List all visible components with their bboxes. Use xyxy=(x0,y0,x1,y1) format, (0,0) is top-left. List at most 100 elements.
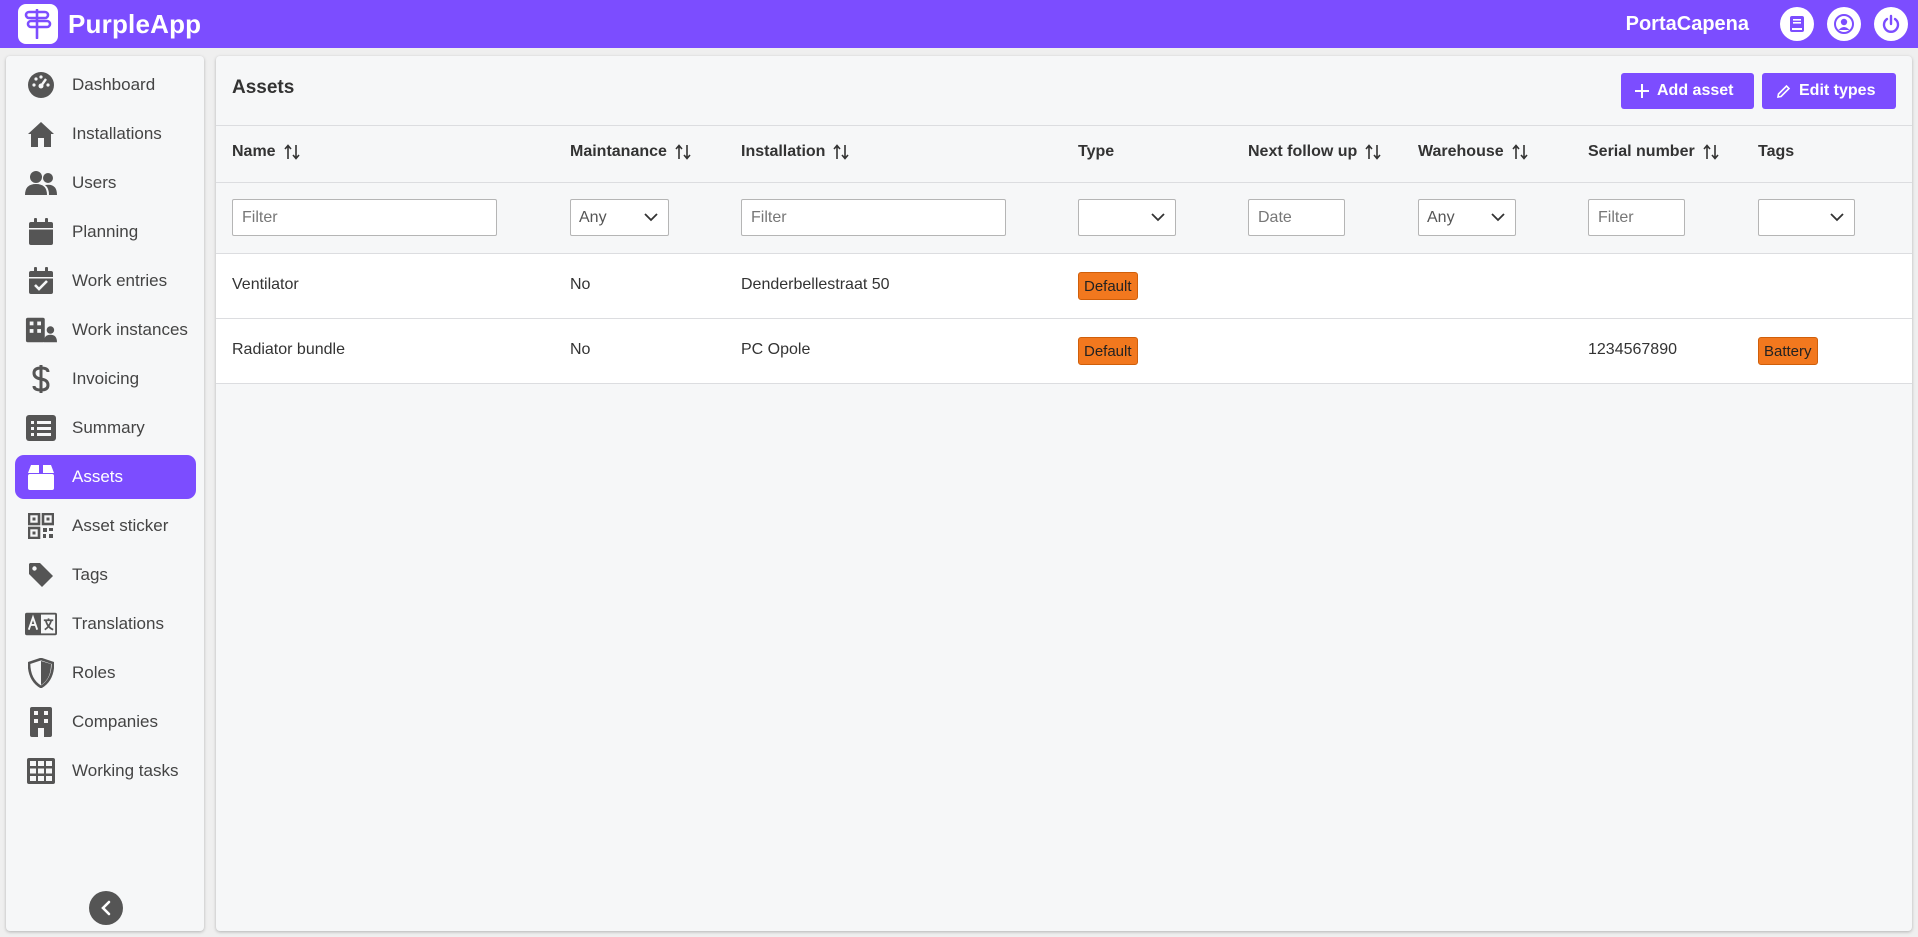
name-filter-input[interactable] xyxy=(232,199,497,236)
sidebar: Dashboard Installations Users Planning W… xyxy=(6,56,204,931)
column-header-tags: Tags xyxy=(1758,143,1794,161)
cell-name: Radiator bundle xyxy=(232,341,345,358)
cell-name: Ventilator xyxy=(232,276,299,293)
profile-button[interactable] xyxy=(1827,7,1861,41)
type-filter-select[interactable] xyxy=(1078,199,1176,236)
tag-badge: Battery xyxy=(1758,337,1818,365)
sort-icon xyxy=(1512,144,1528,160)
collapse-sidebar-button[interactable] xyxy=(89,891,123,925)
book-icon xyxy=(1790,16,1804,32)
sidebar-item-label: Invoicing xyxy=(72,369,140,388)
cell-maintenance: No xyxy=(570,276,591,293)
app-logo-icon[interactable] xyxy=(18,4,58,44)
calendar-icon xyxy=(25,216,57,248)
column-header-name[interactable]: Name xyxy=(232,143,301,161)
column-header-maintenance[interactable]: Maintanance xyxy=(570,143,692,161)
building-user-icon xyxy=(25,314,57,346)
page-title: Assets xyxy=(232,77,295,98)
installation-filter-input[interactable] xyxy=(741,199,1006,236)
sidebar-item-label: Companies xyxy=(72,712,158,731)
sidebar-item-tags[interactable]: Tags xyxy=(15,553,196,597)
sidebar-item-label: Asset sticker xyxy=(72,516,169,535)
column-header-type: Type xyxy=(1078,143,1114,161)
box-icon xyxy=(25,461,57,493)
divider xyxy=(216,383,1912,384)
cell-maintenance: No xyxy=(570,341,591,358)
tag-icon xyxy=(25,559,57,591)
shield-icon xyxy=(25,657,57,689)
column-header-next-follow-up[interactable]: Next follow up xyxy=(1248,143,1382,161)
sidebar-item-label: Assets xyxy=(72,467,124,486)
maintenance-filter-select[interactable]: Any xyxy=(570,199,669,236)
warehouse-filter-select[interactable]: Any xyxy=(1418,199,1516,236)
sidebar-item-label: Translations xyxy=(72,614,164,633)
column-label: Next follow up xyxy=(1248,143,1358,160)
sidebar-item-work-entries[interactable]: Work entries xyxy=(15,259,196,303)
sidebar-item-asset-sticker[interactable]: Asset sticker xyxy=(15,504,196,548)
sidebar-item-work-instances[interactable]: Work instances xyxy=(15,308,196,352)
plus-icon xyxy=(1635,84,1649,98)
sidebar-item-working-tasks[interactable]: Working tasks xyxy=(15,749,196,793)
column-label: Type xyxy=(1078,143,1115,160)
column-label: Tags xyxy=(1758,143,1795,160)
sidebar-item-translations[interactable]: Translations xyxy=(15,602,196,646)
chevron-left-icon xyxy=(101,900,111,916)
sidebar-item-users[interactable]: Users xyxy=(15,161,196,205)
sidebar-item-label: Planning xyxy=(72,222,139,241)
sidebar-item-planning[interactable]: Planning xyxy=(15,210,196,254)
sidebar-item-label: Work instances xyxy=(72,320,188,339)
sidebar-item-label: Installations xyxy=(72,124,162,143)
logout-button[interactable] xyxy=(1874,7,1908,41)
chevron-down-icon xyxy=(1491,213,1505,222)
edit-types-label: Edit types xyxy=(1799,82,1876,99)
sidebar-item-installations[interactable]: Installations xyxy=(15,112,196,156)
sidebar-item-summary[interactable]: Summary xyxy=(15,406,196,450)
add-asset-label: Add asset xyxy=(1657,82,1734,99)
sidebar-item-label: Roles xyxy=(72,663,116,682)
add-asset-button[interactable]: Add asset xyxy=(1621,73,1754,109)
serial-number-filter-input[interactable] xyxy=(1588,199,1685,236)
gauge-icon xyxy=(25,69,57,101)
column-header-installation[interactable]: Installation xyxy=(741,143,850,161)
sidebar-item-assets[interactable]: Assets xyxy=(15,455,196,499)
table-row[interactable]: Ventilator No Denderbellestraat 50 Defau… xyxy=(216,254,1912,318)
column-label: Installation xyxy=(741,143,826,160)
divider xyxy=(216,125,1912,126)
next-follow-up-filter-input[interactable] xyxy=(1248,199,1345,236)
edit-types-button[interactable]: Edit types xyxy=(1762,73,1896,109)
top-bar: PurpleApp PortaCapena xyxy=(0,0,1918,48)
column-label: Warehouse xyxy=(1418,143,1504,160)
column-label: Name xyxy=(232,143,276,160)
main-panel: Assets Add asset Edit types Name Maintan… xyxy=(216,56,1912,931)
cell-installation: Denderbellestraat 50 xyxy=(741,276,890,293)
sidebar-item-roles[interactable]: Roles xyxy=(15,651,196,695)
calendar-check-icon xyxy=(25,265,57,297)
type-badge: Default xyxy=(1078,337,1138,365)
sidebar-item-label: Work entries xyxy=(72,271,168,290)
sidebar-item-dashboard[interactable]: Dashboard xyxy=(15,63,196,107)
documentation-button[interactable] xyxy=(1780,7,1814,41)
qrcode-icon xyxy=(25,510,57,542)
cell-installation: PC Opole xyxy=(741,341,811,358)
column-header-serial-number[interactable]: Serial number xyxy=(1588,143,1720,161)
table-row[interactable]: Radiator bundle No PC Opole Default 1234… xyxy=(216,319,1912,383)
sidebar-item-label: Users xyxy=(72,173,117,192)
sidebar-item-invoicing[interactable]: Invoicing xyxy=(15,357,196,401)
grid-icon xyxy=(25,755,57,787)
tags-filter-select[interactable] xyxy=(1758,199,1855,236)
cell-serial-number: 1234567890 xyxy=(1588,341,1677,358)
chevron-down-icon xyxy=(1151,213,1165,222)
app-name[interactable]: PurpleApp xyxy=(68,9,201,40)
sidebar-item-companies[interactable]: Companies xyxy=(15,700,196,744)
sort-icon xyxy=(283,144,300,160)
user-icon xyxy=(1834,14,1854,34)
column-header-warehouse[interactable]: Warehouse xyxy=(1418,143,1529,161)
chevron-down-icon xyxy=(1830,213,1844,222)
language-icon xyxy=(25,608,57,640)
power-icon xyxy=(1882,14,1900,33)
sidebar-item-label: Tags xyxy=(72,565,108,584)
users-icon xyxy=(25,167,57,199)
sort-icon xyxy=(833,144,850,160)
chevron-down-icon xyxy=(644,213,658,222)
building-icon xyxy=(25,706,57,738)
